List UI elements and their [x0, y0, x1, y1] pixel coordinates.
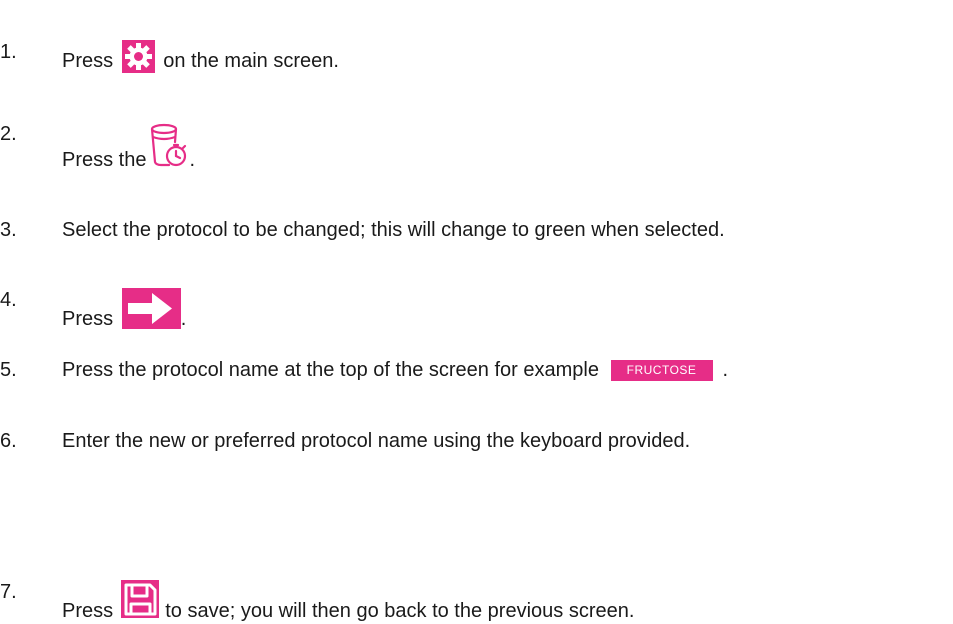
step-text-post: .	[722, 359, 729, 381]
gear-icon	[121, 40, 155, 73]
step-number: 2.	[0, 123, 17, 145]
cup-timer-icon	[147, 122, 189, 170]
step-text-pre: Press the	[62, 149, 147, 171]
save-icon	[120, 580, 159, 618]
step-text: Press to save; you will then go back to …	[62, 580, 634, 623]
step-number: 5.	[0, 359, 17, 381]
step-number: 6.	[0, 430, 17, 452]
step-text-post: .	[180, 308, 187, 330]
step-text-pre: Press	[62, 600, 114, 622]
step-text: Press .	[62, 288, 186, 331]
step-text-post: to save; you will then go back to the pr…	[165, 600, 635, 622]
arrow-right-icon	[121, 288, 181, 329]
step-text: Select the protocol to be changed; this …	[62, 219, 725, 241]
step-number: 4.	[0, 289, 17, 311]
step-text-pre: Press the protocol name at the top of th…	[62, 359, 599, 381]
step-text: Press the protocol name at the top of th…	[62, 358, 728, 382]
protocol-name-button: FRUCTOSE	[610, 360, 713, 381]
step-number: 7.	[0, 581, 17, 603]
step-text: Enter the new or preferred protocol name…	[62, 430, 691, 452]
step-text: Press on the main screen.	[62, 40, 339, 73]
step-text: Press the .	[62, 122, 195, 172]
step-text-post: on the main screen.	[163, 50, 339, 72]
step-text-pre: Press	[62, 308, 114, 330]
step-text-post: .	[189, 149, 196, 171]
step-number: 3.	[0, 219, 17, 241]
step-number: 1.	[0, 41, 17, 63]
step-text-pre: Press	[62, 50, 114, 72]
